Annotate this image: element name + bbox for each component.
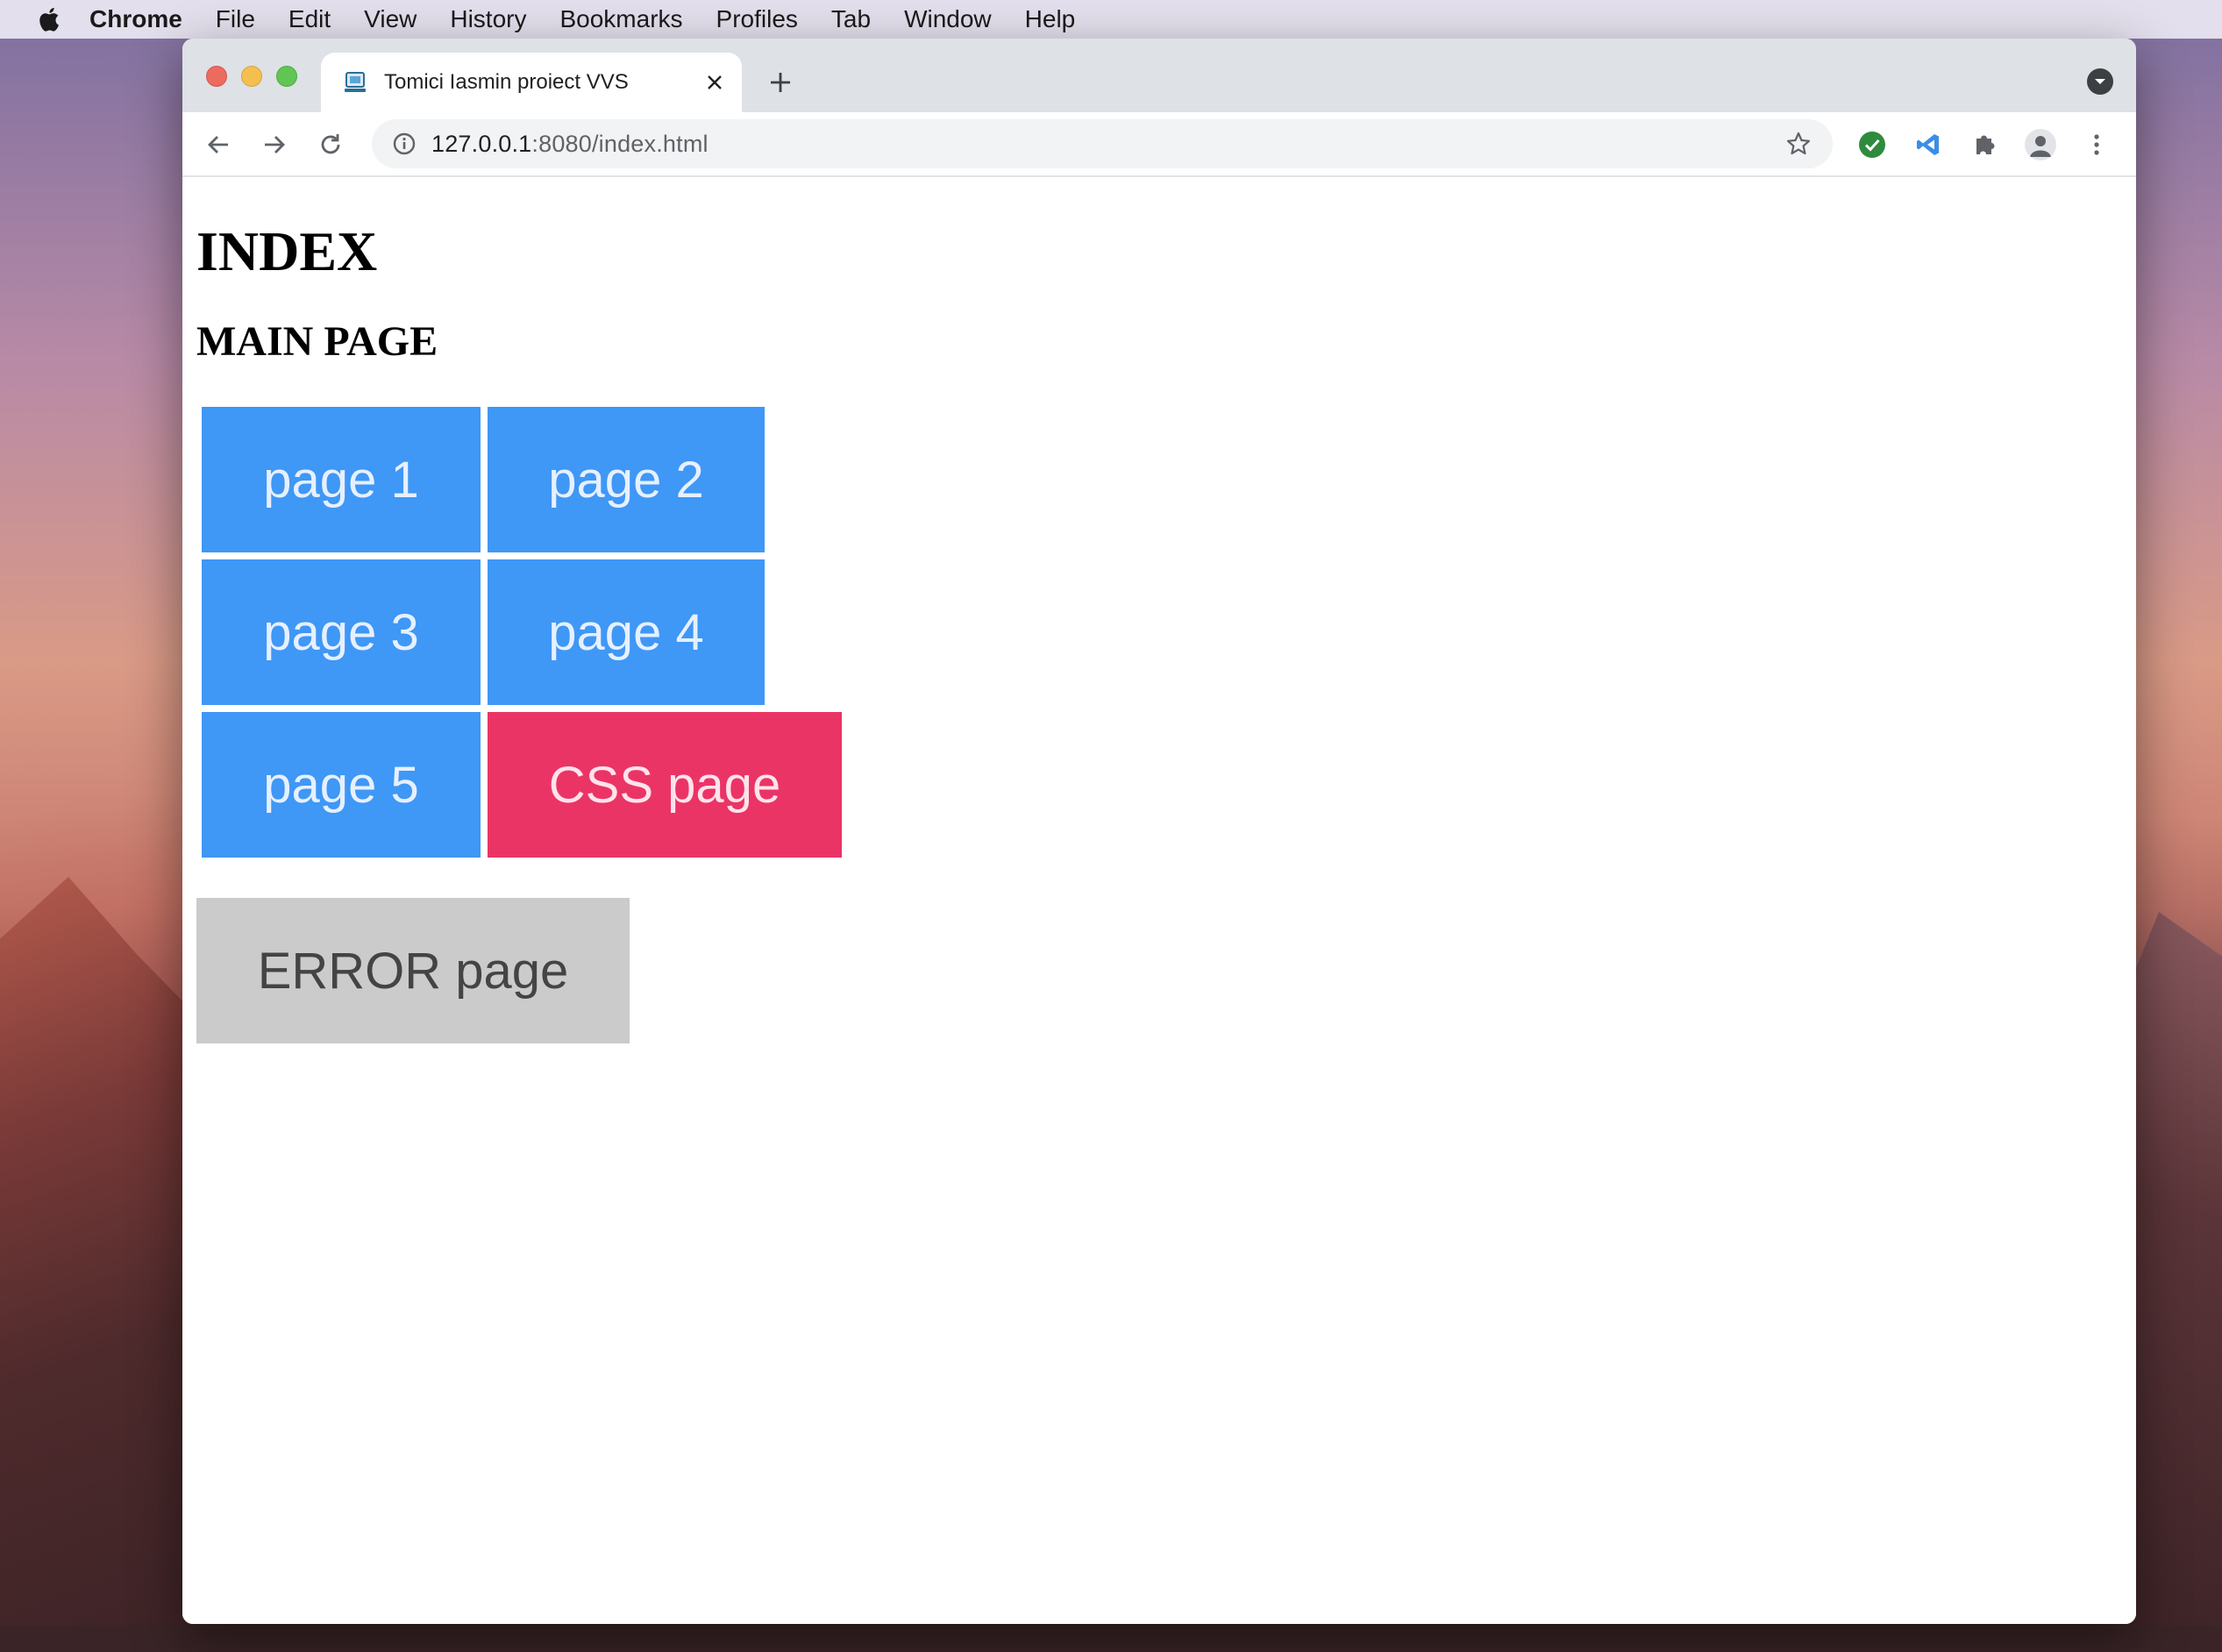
page-3-button[interactable]: page 3 [202, 559, 481, 705]
favicon-icon [344, 71, 367, 94]
wallpaper-ground [0, 1626, 2222, 1652]
back-icon[interactable] [202, 128, 235, 161]
page-5-button[interactable]: page 5 [202, 712, 481, 858]
menu-window[interactable]: Window [904, 5, 992, 33]
error-page-button[interactable]: ERROR page [196, 898, 630, 1043]
page-content: INDEX MAIN PAGE page 1 page 2 page 3 pag… [182, 177, 2136, 1624]
bookmark-star-icon[interactable] [1784, 129, 1813, 159]
extensions-puzzle-icon[interactable] [1968, 128, 2001, 161]
url-host: 127.0.0.1 [431, 130, 532, 157]
page-2-button[interactable]: page 2 [488, 407, 765, 552]
menu-view[interactable]: View [364, 5, 417, 33]
macos-menu-bar: Chrome File Edit View History Bookmarks … [0, 0, 2222, 39]
tab-search-chevron-icon[interactable] [2087, 68, 2113, 95]
page-4-button[interactable]: page 4 [488, 559, 765, 705]
minimize-window-button[interactable] [241, 66, 262, 87]
page-1-button[interactable]: page 1 [202, 407, 481, 552]
tab-active[interactable]: Tomici Iasmin proiect VVS [321, 53, 742, 112]
menu-dots-icon[interactable] [2080, 128, 2113, 161]
browser-window: Tomici Iasmin proiect VVS 127.0.0.1:8080… [182, 39, 2136, 1624]
tab-close-icon[interactable] [700, 68, 730, 97]
css-page-button[interactable]: CSS page [488, 712, 842, 858]
page-subtitle: MAIN PAGE [196, 318, 438, 365]
browser-toolbar: 127.0.0.1:8080/index.html [182, 112, 2136, 177]
profile-icon[interactable] [2024, 128, 2057, 161]
menu-file[interactable]: File [216, 5, 255, 33]
menu-history[interactable]: History [450, 5, 526, 33]
extension-check-icon[interactable] [1855, 128, 1889, 161]
site-info-icon[interactable] [391, 131, 417, 157]
tab-strip: Tomici Iasmin proiect VVS [182, 39, 2136, 112]
new-tab-plus-icon[interactable] [763, 65, 798, 100]
url-path: :8080/index.html [531, 130, 709, 157]
address-bar[interactable]: 127.0.0.1:8080/index.html [372, 119, 1833, 168]
menu-help[interactable]: Help [1025, 5, 1076, 33]
reload-icon[interactable] [314, 128, 347, 161]
menu-tab[interactable]: Tab [831, 5, 871, 33]
page-title: INDEX [196, 220, 378, 282]
menu-profiles[interactable]: Profiles [716, 5, 798, 33]
apple-logo-icon[interactable] [37, 6, 60, 32]
extension-vscode-icon[interactable] [1912, 128, 1945, 161]
menu-app-chrome[interactable]: Chrome [89, 5, 182, 33]
close-window-button[interactable] [206, 66, 227, 87]
url-text[interactable]: 127.0.0.1:8080/index.html [431, 131, 1784, 158]
menu-bookmarks[interactable]: Bookmarks [559, 5, 682, 33]
forward-icon[interactable] [258, 128, 291, 161]
menu-edit[interactable]: Edit [288, 5, 331, 33]
zoom-window-button[interactable] [276, 66, 297, 87]
avatar [2025, 129, 2056, 160]
tab-title: Tomici Iasmin proiect VVS [384, 70, 629, 94]
